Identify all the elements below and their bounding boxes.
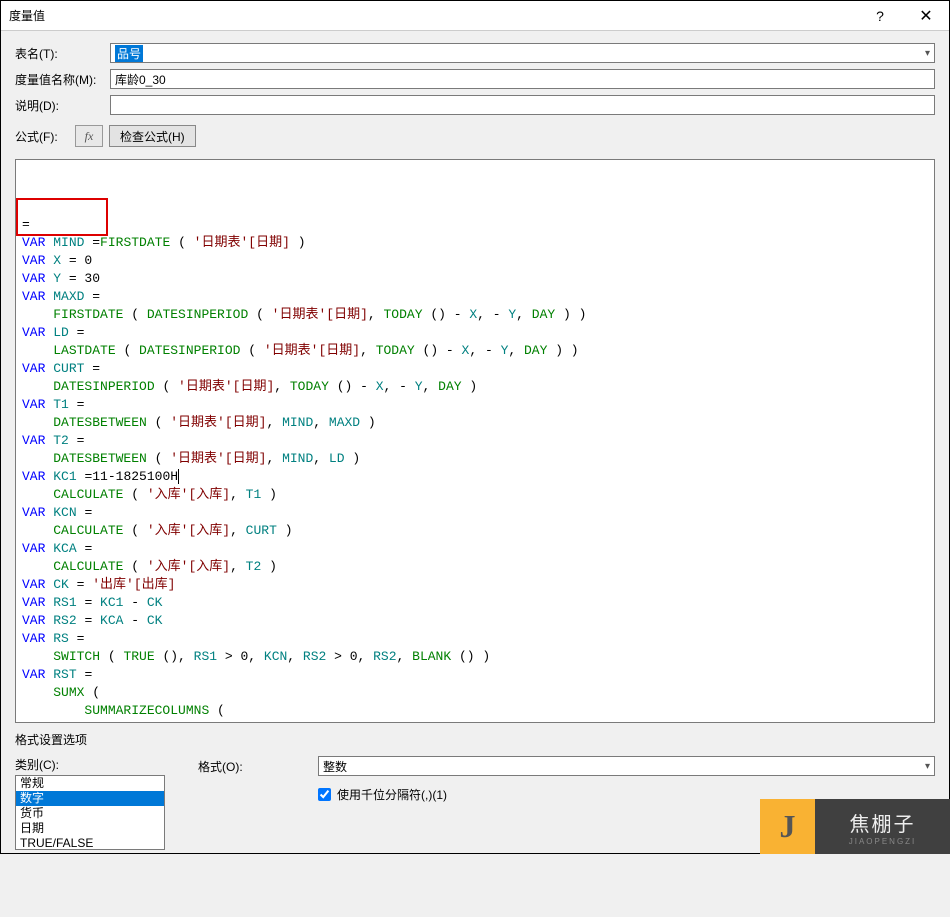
formula-line: CALCULATE ( '入库'[入库], T1 )	[22, 486, 928, 504]
logo-sub-text: JIAOPENGZI	[849, 837, 917, 846]
formula-line: SUMMARIZECOLUMNS (	[22, 702, 928, 720]
formula-line: VAR MAXD =	[22, 288, 928, 306]
category-item[interactable]: 常规	[16, 776, 164, 791]
category-label: 类别(C):	[15, 756, 180, 773]
brand-logo: J 焦棚子 JIAOPENGZI	[760, 799, 950, 854]
table-name-value: 品号	[115, 45, 143, 62]
formula-line: SWITCH ( TRUE (), RS1 > 0, KCN, RS2 > 0,…	[22, 648, 928, 666]
formula-line: SUMX (	[22, 684, 928, 702]
formula-line: VAR RS =	[22, 630, 928, 648]
formula-line: VAR RS1 = KC1 - CK	[22, 594, 928, 612]
category-item[interactable]: 货币	[16, 806, 164, 821]
format-select[interactable]: 整数 ▾	[318, 756, 935, 776]
formula-line: =	[22, 216, 928, 234]
logo-letter: J	[760, 799, 815, 854]
formula-line: DATESINPERIOD ( '日期表'[日期], TODAY () - X,…	[22, 378, 928, 396]
close-button[interactable]: ✕	[903, 1, 949, 31]
formula-line: VAR CURT =	[22, 360, 928, 378]
chevron-down-icon: ▾	[925, 761, 930, 772]
formula-line: VAR Y = 30	[22, 270, 928, 288]
category-list[interactable]: 常规数字货币日期TRUE/FALSE	[15, 775, 165, 850]
formula-line: VAR T1 =	[22, 396, 928, 414]
measure-name-label: 度量值名称(M):	[15, 71, 110, 88]
chevron-down-icon: ▾	[925, 48, 930, 59]
formula-line: VAR CK = '出库'[出库]	[22, 576, 928, 594]
formula-line: FIRSTDATE ( DATESINPERIOD ( '日期表'[日期], T…	[22, 306, 928, 324]
formula-line: DATESBETWEEN ( '日期表'[日期], MIND, MAXD )	[22, 414, 928, 432]
formula-line: VAR LD =	[22, 324, 928, 342]
window-title: 度量值	[9, 7, 857, 24]
formula-line: DATESBETWEEN ( '日期表'[日期], MIND, LD )	[22, 450, 928, 468]
thousands-checkbox[interactable]	[318, 788, 331, 801]
category-item[interactable]: 数字	[16, 791, 164, 806]
table-name-select[interactable]: 品号 ▾	[110, 43, 935, 63]
formula-line: CALCULATE ( '入库'[入库], CURT )	[22, 522, 928, 540]
formula-line: VAR T2 =	[22, 432, 928, 450]
formula-line: VAR KCA =	[22, 540, 928, 558]
description-input[interactable]	[110, 95, 935, 115]
fx-button[interactable]: fx	[75, 125, 103, 147]
formula-line: VAR X = 0	[22, 252, 928, 270]
formula-editor[interactable]: =VAR MIND =FIRSTDATE ( '日期表'[日期] )VAR X …	[15, 159, 935, 723]
formula-line: VAR RS2 = KCA - CK	[22, 612, 928, 630]
format-label: 格式(O):	[198, 758, 318, 775]
formula-line: LASTDATE ( DATESINPERIOD ( '日期表'[日期], TO…	[22, 342, 928, 360]
formula-line: VAR RST =	[22, 666, 928, 684]
formula-line: VAR MIND =FIRSTDATE ( '日期表'[日期] )	[22, 234, 928, 252]
dialog-window: 度量值 ? ✕ 表名(T): 品号 ▾ 度量值名称(M): 说明(D): 公式(…	[0, 0, 950, 854]
measure-name-input[interactable]	[110, 69, 935, 89]
check-formula-button[interactable]: 检查公式(H)	[109, 125, 196, 147]
logo-main-text: 焦棚子	[850, 808, 916, 837]
formula-label: 公式(F):	[15, 128, 75, 145]
category-item[interactable]: 日期	[16, 821, 164, 836]
formula-line: CALCULATE ( '入库'[入库], T2 )	[22, 558, 928, 576]
table-name-label: 表名(T):	[15, 45, 110, 62]
format-value: 整数	[323, 758, 347, 775]
help-button[interactable]: ?	[857, 1, 903, 31]
format-section-label: 格式设置选项	[15, 731, 935, 748]
formula-line: VAR KC1 =11-1825100H	[22, 468, 928, 486]
thousands-label: 使用千位分隔符(,)(1)	[337, 786, 447, 803]
titlebar: 度量值 ? ✕	[1, 1, 949, 31]
category-item[interactable]: TRUE/FALSE	[16, 836, 164, 850]
formula-line: VAR KCN =	[22, 504, 928, 522]
description-label: 说明(D):	[15, 97, 110, 114]
